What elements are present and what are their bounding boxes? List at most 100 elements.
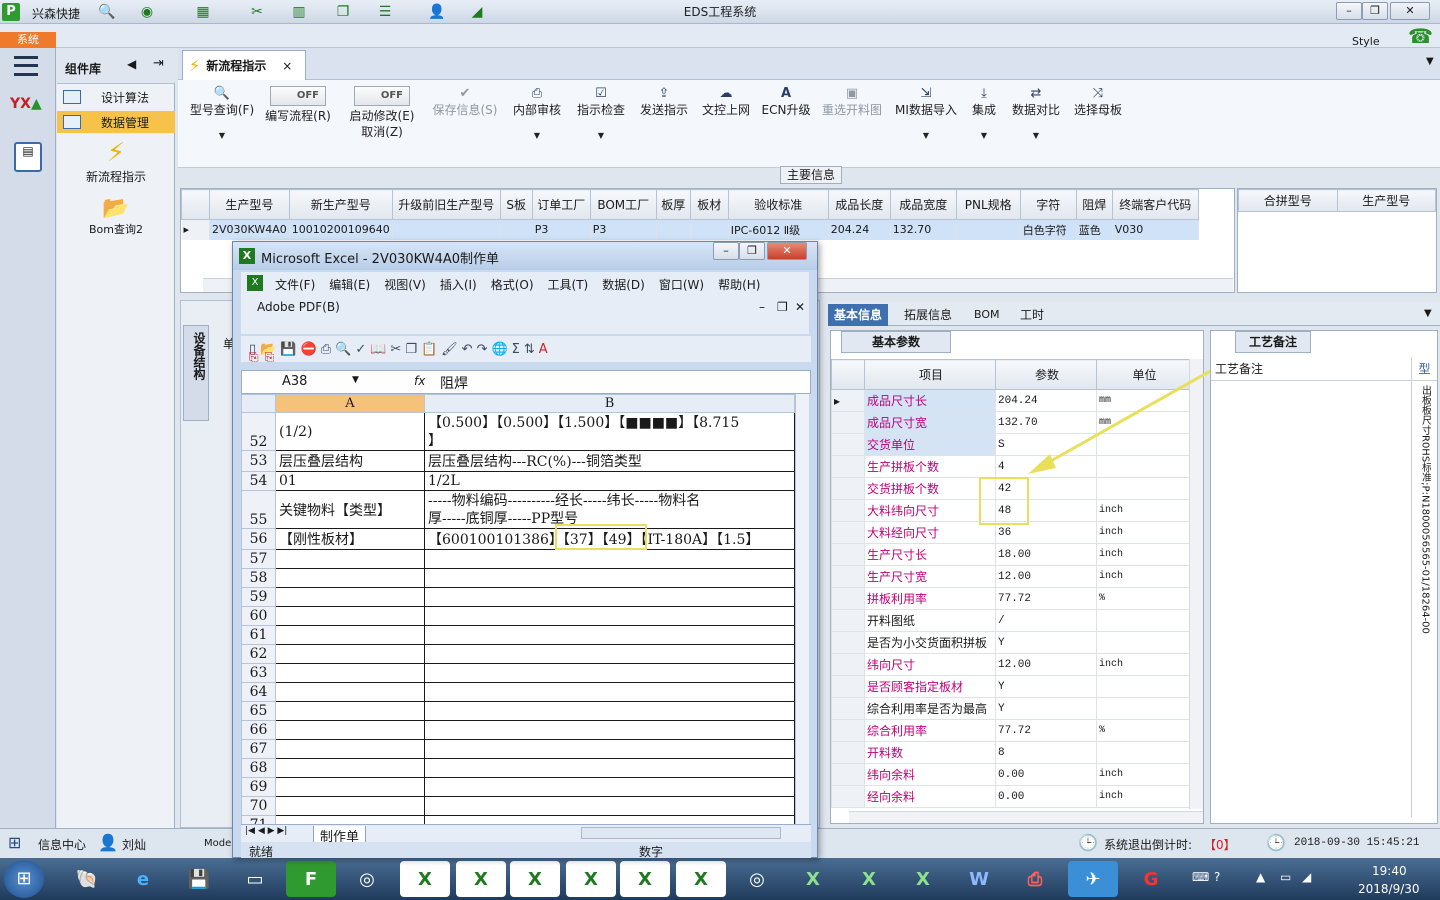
param-name[interactable]: 纬向尺寸 bbox=[864, 653, 996, 676]
param-unit[interactable]: inch bbox=[1096, 763, 1191, 786]
equipment-structure-tab[interactable]: 设备结构 bbox=[183, 325, 209, 421]
data-compare-button[interactable]: ⇄ 数据对比 ▼ bbox=[1008, 86, 1064, 156]
style-menu[interactable]: Style bbox=[1352, 35, 1380, 48]
col-header[interactable]: 成品长度 bbox=[827, 189, 891, 220]
param-unit[interactable] bbox=[1096, 697, 1191, 720]
menu-format[interactable]: 格式(O) bbox=[491, 276, 534, 293]
copy-icon[interactable]: ❐ bbox=[405, 342, 417, 357]
hyperlink-icon[interactable]: 🌐 bbox=[491, 342, 507, 357]
sheet-row[interactable]: 64 bbox=[241, 682, 795, 702]
param-name[interactable]: 成品尺寸长 bbox=[864, 389, 996, 412]
col-header[interactable]: 验收标准 bbox=[727, 189, 829, 220]
sheet-row[interactable]: 56 【刚性板材】 【600100101386】【37】【49】【IT-180A】【… bbox=[241, 528, 795, 550]
table-row[interactable]: 是否为小交货面积拼板 Y bbox=[831, 631, 1191, 654]
tab-new-process[interactable]: ⚡ 新流程指示 × bbox=[182, 50, 306, 80]
param-unit[interactable]: % bbox=[1096, 587, 1191, 610]
col-header[interactable]: 订单工厂 bbox=[531, 189, 591, 220]
param-name[interactable]: 开料图纸 bbox=[864, 609, 996, 632]
row-number[interactable]: 70 bbox=[241, 796, 276, 816]
param-unit[interactable]: % bbox=[1096, 719, 1191, 742]
help-icon[interactable]: ? bbox=[1214, 870, 1220, 884]
sheet-row[interactable]: 69 bbox=[241, 777, 795, 797]
cell-b[interactable] bbox=[424, 568, 795, 588]
sheet-row[interactable]: 67 bbox=[241, 739, 795, 759]
cam-app-icon[interactable]: ◎ bbox=[342, 861, 392, 897]
cell-a[interactable] bbox=[275, 720, 425, 740]
table-row[interactable]: 生产尺寸长 18.00 inch bbox=[831, 543, 1191, 566]
row-number[interactable]: 58 bbox=[241, 568, 276, 588]
param-unit[interactable] bbox=[1096, 631, 1191, 654]
table-cell[interactable]: 白色字符 bbox=[1020, 219, 1077, 240]
minimize-button[interactable]: – bbox=[1336, 2, 1362, 20]
craft-notes-tab[interactable]: 工艺备注 bbox=[1235, 331, 1311, 353]
sheet-row[interactable]: 59 bbox=[241, 587, 795, 607]
network-icon[interactable]: ▭ bbox=[1280, 870, 1291, 884]
spellcheck-icon[interactable]: ✓ bbox=[355, 342, 366, 357]
save-info-button[interactable]: ✔ 保存信息(S) bbox=[428, 86, 502, 156]
cell-a[interactable]: 关键物料【类型】 bbox=[275, 490, 425, 529]
param-name[interactable]: 是否为小交货面积拼板 bbox=[864, 631, 996, 654]
pdf-email-icon[interactable]: ⎘ bbox=[265, 350, 275, 370]
param-value[interactable]: 18.00 bbox=[995, 543, 1097, 566]
cell-b[interactable] bbox=[424, 625, 795, 645]
cam-app-icon[interactable]: ◎ bbox=[732, 861, 782, 897]
pdf-file-icon[interactable]: ⎙ bbox=[1010, 861, 1060, 897]
param-name[interactable]: 大料经向尺寸 bbox=[864, 521, 996, 544]
doc-control-online-button[interactable]: ☁ 文控上网 bbox=[698, 86, 754, 156]
table-row[interactable]: 经向余料 0.00 inch bbox=[831, 785, 1191, 808]
cell-a[interactable] bbox=[275, 549, 425, 569]
param-name[interactable]: 综合利用率 bbox=[864, 719, 996, 742]
cell-b[interactable] bbox=[424, 663, 795, 683]
name-box-dropdown-icon[interactable]: ▼ bbox=[352, 375, 359, 385]
cell-b[interactable] bbox=[424, 587, 795, 607]
param-name[interactable]: 生产尺寸长 bbox=[864, 543, 996, 566]
nav-item-design-algorithm[interactable]: 设计算法 bbox=[57, 86, 175, 108]
cell-b[interactable] bbox=[424, 720, 795, 740]
table-cell[interactable]: 132.70 bbox=[890, 219, 957, 240]
cell-a[interactable] bbox=[275, 739, 425, 759]
name-box[interactable]: A38 bbox=[282, 374, 307, 389]
cell-a[interactable] bbox=[275, 701, 425, 721]
table-cell[interactable] bbox=[392, 219, 501, 240]
eds-app-icon[interactable]: F bbox=[286, 861, 336, 897]
maximize-button[interactable]: ❐ bbox=[1362, 2, 1388, 20]
row-number[interactable]: 62 bbox=[241, 644, 276, 664]
param-value[interactable]: 77.72 bbox=[995, 719, 1097, 742]
row-number[interactable]: 63 bbox=[241, 663, 276, 683]
cell-a[interactable] bbox=[275, 682, 425, 702]
sheet-nav-icon[interactable]: |◀ ◀ ▶ ▶| bbox=[245, 826, 287, 836]
cell-a[interactable]: 【刚性板材】 bbox=[275, 528, 425, 550]
row-number[interactable]: 65 bbox=[241, 701, 276, 721]
print-preview-icon[interactable]: 🔍 bbox=[335, 342, 351, 357]
sheet-row[interactable]: 66 bbox=[241, 720, 795, 740]
tab-extended-info[interactable]: 拓展信息 bbox=[898, 304, 958, 326]
param-name[interactable]: 交货拼板个数 bbox=[864, 477, 996, 500]
tab-basic-info[interactable]: 基本信息 bbox=[828, 304, 889, 326]
off-toggle[interactable]: OFF bbox=[354, 86, 410, 106]
sheet-row[interactable]: 55 关键物料【类型】 -----物料编码----------经长-----纬长--… bbox=[241, 490, 795, 529]
param-unit[interactable] bbox=[1096, 675, 1191, 698]
mi-import-button[interactable]: ⇲ MI数据导入 ▼ bbox=[892, 86, 960, 156]
cell-a[interactable] bbox=[275, 758, 425, 778]
row-number[interactable]: 57 bbox=[241, 549, 276, 569]
keyboard-icon[interactable]: ⌨ bbox=[1192, 870, 1209, 884]
table-row[interactable]: 综合利用率是否为最高 Y bbox=[831, 697, 1191, 720]
format-painter-icon[interactable]: 🖌 bbox=[441, 342, 458, 357]
param-name[interactable]: 成品尺寸宽 bbox=[864, 411, 996, 434]
cell-b[interactable] bbox=[424, 682, 795, 702]
redo-icon[interactable]: ↷ bbox=[477, 342, 488, 357]
col-header[interactable]: S板 bbox=[499, 189, 533, 220]
param-name[interactable]: 开料数 bbox=[864, 741, 996, 764]
menu-file[interactable]: 文件(F) bbox=[275, 276, 315, 293]
excel-file-icon[interactable]: X bbox=[844, 861, 894, 897]
doc-restore-icon[interactable]: ❐ bbox=[777, 300, 788, 314]
table-row[interactable]: 生产尺寸宽 12.00 inch bbox=[831, 565, 1191, 588]
internal-review-button[interactable]: ⎙ 内部审核 ▼ bbox=[508, 86, 566, 156]
excel-file-icon[interactable]: X bbox=[788, 861, 838, 897]
sheet-row[interactable]: 71 bbox=[241, 815, 795, 824]
excel-close-button[interactable]: ✕ bbox=[767, 242, 807, 260]
indication-check-button[interactable]: ☑ 指示检查 ▼ bbox=[572, 86, 630, 156]
ie-browser-icon[interactable]: e bbox=[118, 861, 168, 897]
tab-bom[interactable]: BOM bbox=[968, 304, 1006, 326]
tab-close-icon[interactable]: × bbox=[282, 59, 292, 73]
